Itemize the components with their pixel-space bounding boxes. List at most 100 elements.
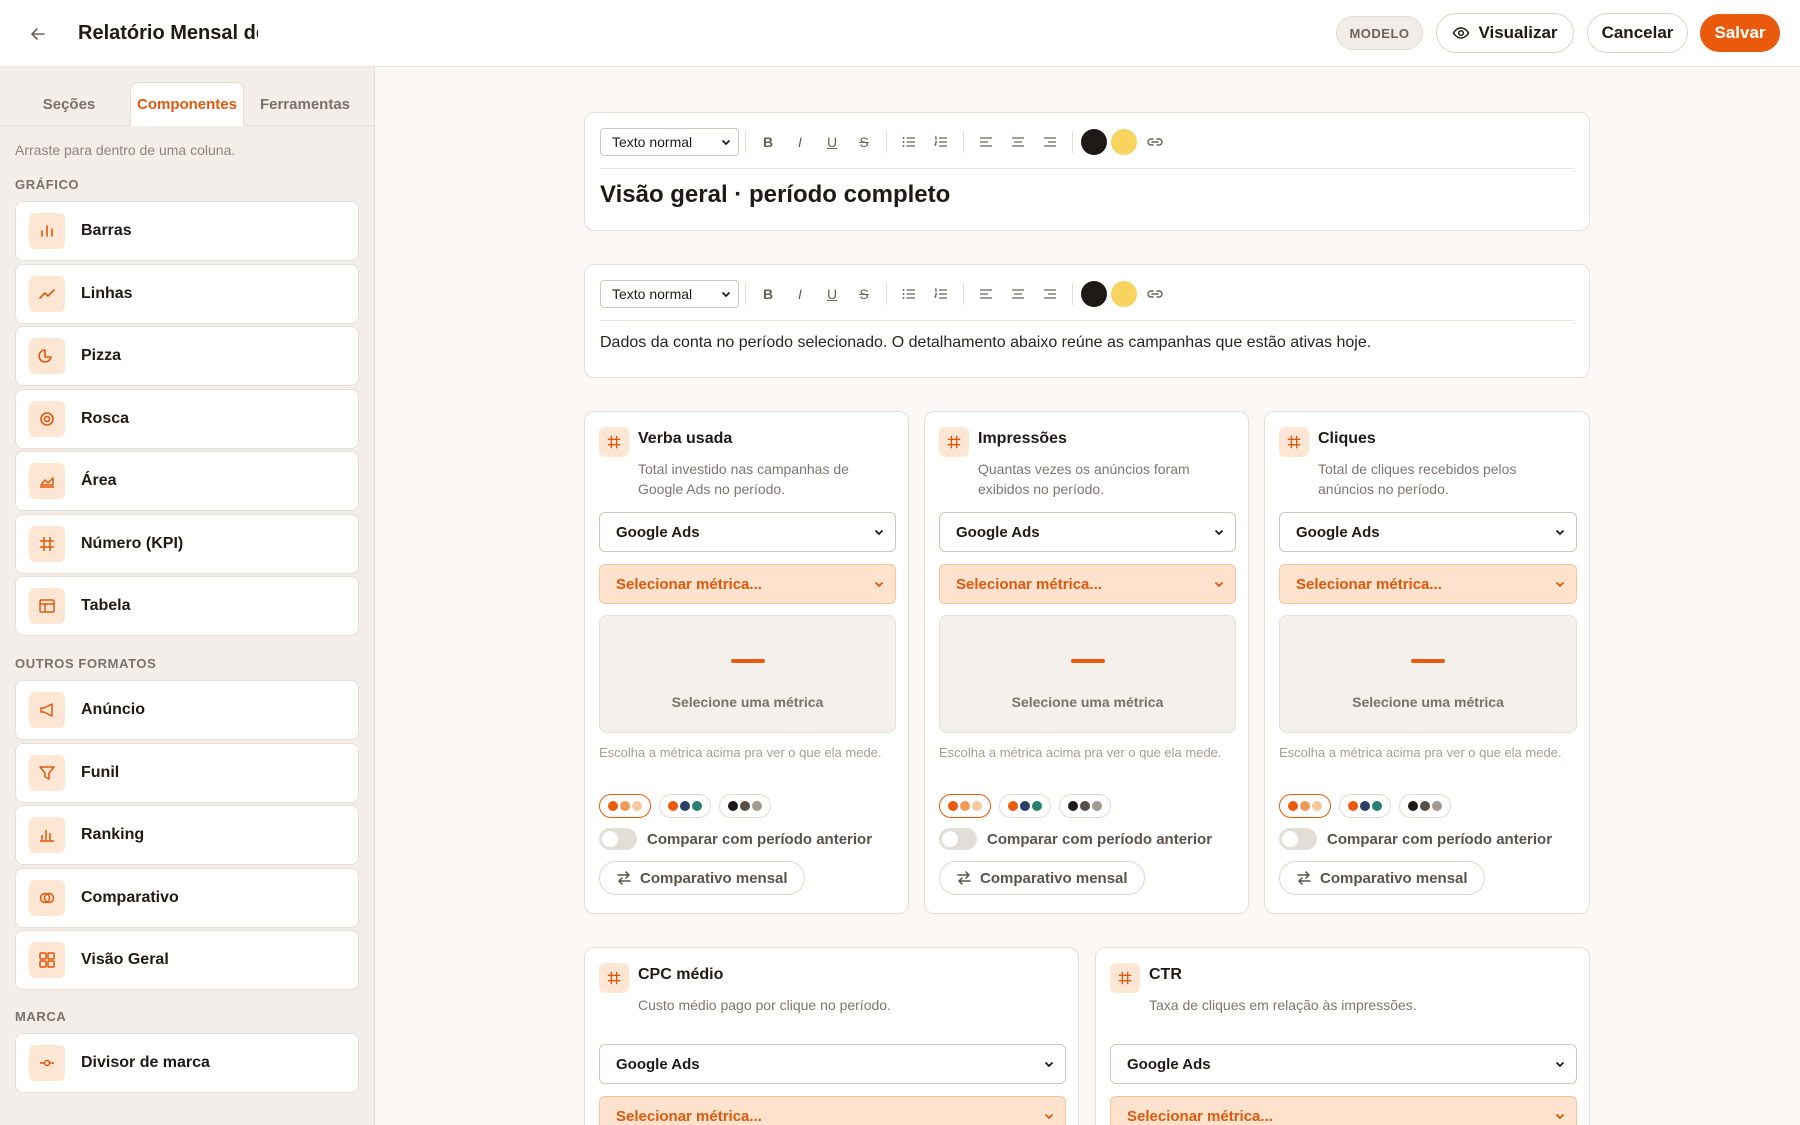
toggle-switch[interactable] bbox=[939, 828, 977, 850]
align-right-icon[interactable] bbox=[1034, 280, 1066, 308]
underline-icon[interactable]: U bbox=[816, 280, 848, 308]
color-palette-option[interactable] bbox=[599, 794, 651, 818]
metric-select[interactable]: Selecionar métrica... bbox=[1110, 1096, 1577, 1125]
empty-value-dash bbox=[730, 659, 765, 663]
metric-select[interactable]: Selecionar métrica... bbox=[599, 564, 896, 604]
kpi-card[interactable]: CPC médio Custo médio pago por clique no … bbox=[584, 947, 1079, 1125]
component-item[interactable]: Tabela bbox=[15, 576, 359, 636]
italic-icon[interactable]: I bbox=[784, 280, 816, 308]
link-icon[interactable] bbox=[1139, 280, 1171, 308]
kpi-title[interactable]: CTR bbox=[1149, 966, 1182, 984]
component-label: Anúncio bbox=[81, 701, 145, 718]
table-icon bbox=[29, 588, 65, 624]
monthly-compare-button[interactable]: Comparativo mensal bbox=[939, 861, 1145, 895]
bullet-list-icon[interactable] bbox=[893, 128, 925, 156]
component-item[interactable]: Pizza bbox=[15, 326, 359, 386]
color-palette-option[interactable] bbox=[1339, 794, 1391, 818]
color-swatch-yellow[interactable] bbox=[1111, 129, 1137, 155]
italic-icon[interactable]: I bbox=[784, 128, 816, 156]
component-item[interactable]: Comparativo bbox=[15, 867, 359, 928]
component-item[interactable]: Número (KPI) bbox=[15, 513, 359, 574]
back-arrow-icon[interactable] bbox=[24, 20, 52, 48]
tab-componentes[interactable]: Componentes bbox=[130, 82, 244, 126]
color-palette-option[interactable] bbox=[1399, 794, 1451, 818]
color-palette-option[interactable] bbox=[719, 794, 771, 818]
compare-toggle[interactable]: Comparar com período anterior bbox=[1279, 828, 1552, 850]
kpi-card[interactable]: Verba usada Total investido nas campanhas… bbox=[584, 411, 909, 914]
rich-text-toolbar: Texto normal B I U S bbox=[600, 128, 1171, 156]
color-swatch-yellow[interactable] bbox=[1111, 281, 1137, 307]
data-source-select[interactable]: Google Ads bbox=[939, 512, 1236, 552]
bold-icon[interactable]: B bbox=[752, 128, 784, 156]
component-item[interactable]: Rosca bbox=[15, 388, 359, 449]
color-swatch-dark[interactable] bbox=[1081, 281, 1107, 307]
strikethrough-icon[interactable]: S bbox=[848, 128, 880, 156]
align-center-icon[interactable] bbox=[1002, 128, 1034, 156]
cancel-button[interactable]: Cancelar bbox=[1587, 13, 1688, 53]
monthly-compare-button[interactable]: Comparativo mensal bbox=[1279, 861, 1485, 895]
heading-text[interactable]: Visão geral · período completo bbox=[600, 181, 950, 209]
color-palette-option[interactable] bbox=[659, 794, 711, 818]
component-item[interactable]: Barras bbox=[15, 201, 359, 261]
metric-select[interactable]: Selecionar métrica... bbox=[939, 564, 1236, 604]
color-palette-option[interactable] bbox=[999, 794, 1051, 818]
component-label: Área bbox=[81, 472, 117, 489]
component-item[interactable]: Ranking bbox=[15, 805, 359, 865]
underline-icon[interactable]: U bbox=[816, 128, 848, 156]
component-item[interactable]: Linhas bbox=[15, 263, 359, 324]
text-style-select[interactable]: Texto normal bbox=[600, 128, 739, 156]
tab-ferramentas[interactable]: Ferramentas bbox=[252, 82, 358, 126]
preview-button[interactable]: Visualizar bbox=[1436, 13, 1574, 53]
metric-select[interactable]: Selecionar métrica... bbox=[1279, 564, 1577, 604]
compare-label: Comparar com período anterior bbox=[987, 830, 1213, 848]
color-palette-option[interactable] bbox=[1059, 794, 1111, 818]
kpi-card[interactable]: CTR Taxa de cliques em relação às impress… bbox=[1095, 947, 1590, 1125]
data-source-select[interactable]: Google Ads bbox=[599, 512, 896, 552]
preview-label: Visualizar bbox=[1478, 23, 1558, 42]
component-label: Visão Geral bbox=[81, 951, 169, 968]
kpi-title[interactable]: Cliques bbox=[1318, 430, 1376, 448]
component-item[interactable]: Área bbox=[15, 451, 359, 511]
save-button[interactable]: Salvar bbox=[1700, 14, 1780, 52]
color-palette-option[interactable] bbox=[939, 794, 991, 818]
pie-chart-icon bbox=[29, 338, 65, 374]
compare-toggle[interactable]: Comparar com período anterior bbox=[939, 828, 1212, 850]
link-icon[interactable] bbox=[1139, 128, 1171, 156]
align-left-icon[interactable] bbox=[970, 128, 1002, 156]
bold-icon[interactable]: B bbox=[752, 280, 784, 308]
data-source-select[interactable]: Google Ads bbox=[1279, 512, 1577, 552]
tab-secoes[interactable]: Seções bbox=[24, 82, 114, 126]
data-source-select[interactable]: Google Ads bbox=[1110, 1044, 1577, 1084]
metric-select[interactable]: Selecionar métrica... bbox=[599, 1096, 1066, 1125]
heading-text-block[interactable]: Texto normal B I U S Visão geral · perío… bbox=[584, 112, 1590, 231]
compare-toggle[interactable]: Comparar com período anterior bbox=[599, 828, 872, 850]
data-source-select[interactable]: Google Ads bbox=[599, 1044, 1066, 1084]
component-item[interactable]: Divisor de marca bbox=[15, 1033, 359, 1093]
align-left-icon[interactable] bbox=[970, 280, 1002, 308]
kpi-description: Quantas vezes os anúncios foram exibidos … bbox=[978, 461, 1190, 497]
component-item[interactable]: Funil bbox=[15, 742, 359, 803]
component-item[interactable]: Anúncio bbox=[15, 680, 359, 740]
text-style-select[interactable]: Texto normal bbox=[600, 280, 739, 308]
numbered-list-icon[interactable] bbox=[925, 280, 957, 308]
monthly-compare-button[interactable]: Comparativo mensal bbox=[599, 861, 805, 895]
align-right-icon[interactable] bbox=[1034, 128, 1066, 156]
kpi-card[interactable]: Cliques Total de cliques recebidos pelos a… bbox=[1264, 411, 1590, 914]
color-palette-option[interactable] bbox=[1279, 794, 1331, 818]
color-swatch-dark[interactable] bbox=[1081, 129, 1107, 155]
component-item[interactable]: Visão Geral bbox=[15, 930, 359, 990]
strikethrough-icon[interactable]: S bbox=[848, 280, 880, 308]
toggle-switch[interactable] bbox=[599, 828, 637, 850]
toggle-switch[interactable] bbox=[1279, 828, 1317, 850]
numbered-list-icon[interactable] bbox=[925, 128, 957, 156]
kpi-title[interactable]: Impressões bbox=[978, 430, 1067, 448]
hash-icon bbox=[599, 427, 629, 457]
bullet-list-icon[interactable] bbox=[893, 280, 925, 308]
kpi-title[interactable]: CPC médio bbox=[638, 966, 723, 984]
paragraph-text[interactable]: Dados da conta no período selecionado. O… bbox=[600, 334, 1371, 352]
paragraph-text-block[interactable]: Texto normal B I U S Dados da conta no p… bbox=[584, 264, 1590, 378]
align-center-icon[interactable] bbox=[1002, 280, 1034, 308]
kpi-card[interactable]: Impressões Quantas vezes os anúncios fora… bbox=[924, 411, 1249, 914]
kpi-title[interactable]: Verba usada bbox=[638, 430, 732, 448]
report-title[interactable]: Relatório Mensal de bbox=[78, 20, 258, 46]
